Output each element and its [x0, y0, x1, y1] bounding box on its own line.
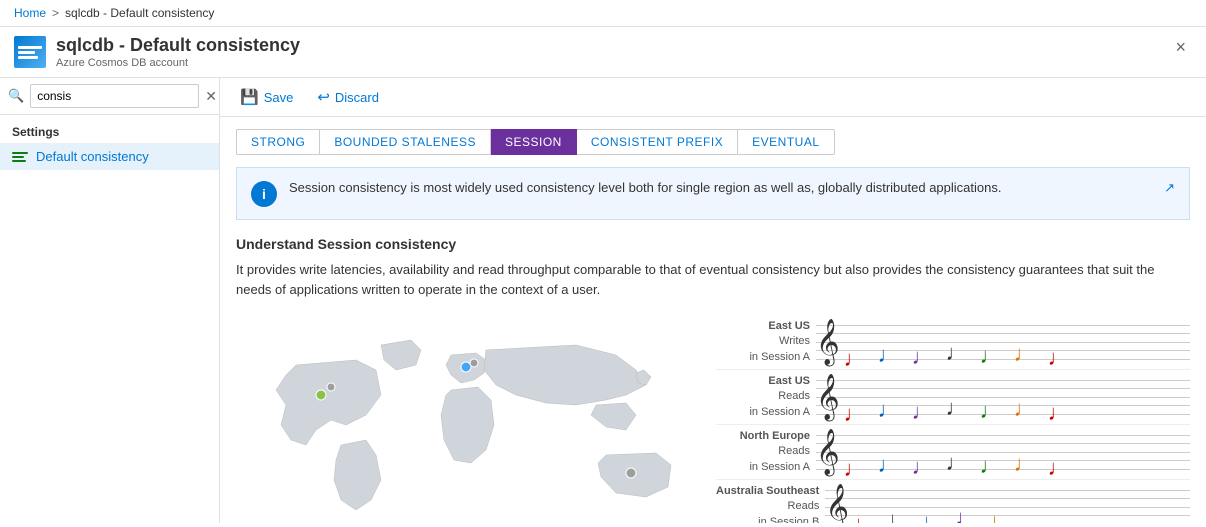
note-1-2: ♩	[912, 401, 934, 423]
notes-2: ♩ ♩ ♩ ♩ ♩ ♩ ♩	[844, 425, 1070, 480]
description-text: It provides write latencies, availabilit…	[236, 260, 1190, 299]
music-diagram: East USWritesin Session A𝄞♩♩♩♩♩♩♩East US…	[220, 315, 1206, 523]
toolbar: 💾 Save ↩ Discard	[220, 78, 1206, 117]
note-2-0: ♩	[844, 458, 866, 480]
music-staff-0: 𝄞♩♩♩♩♩♩♩	[816, 315, 1190, 370]
note-1-1: ♩	[878, 399, 900, 421]
discard-button[interactable]: ↩ Discard	[313, 86, 383, 108]
save-button[interactable]: 💾 Save	[236, 86, 297, 108]
save-label: Save	[264, 90, 294, 105]
breadcrumb-sep: >	[52, 6, 59, 20]
discard-label: Discard	[335, 90, 379, 105]
sidebar: 🔍 ✕ « Settings Default consistency	[0, 78, 220, 523]
header-title-block: sqlcdb - Default consistency Azure Cosmo…	[56, 35, 300, 69]
treble-clef-0: 𝄞	[816, 322, 840, 362]
note-1-4: ♩	[980, 400, 1002, 422]
notes-1: ♩ ♩ ♩ ♩ ♩ ♩ ♩	[844, 370, 1070, 425]
note-0-0: ♩	[844, 348, 866, 370]
header: sqlcdb - Default consistency Azure Cosmo…	[0, 27, 1206, 78]
world-map-svg	[236, 315, 716, 523]
music-row-label-2: North EuropeReadsin Session A	[716, 429, 816, 475]
music-staff-2: 𝄞♩♩♩♩♩♩♩	[816, 425, 1190, 480]
note-0-1: ♩	[878, 344, 900, 366]
note-3-3: ♩	[955, 507, 977, 524]
note-3-0: ♩	[853, 513, 875, 524]
note-2-2: ♩	[912, 456, 934, 478]
sidebar-item-icon	[12, 152, 28, 162]
breadcrumb-home[interactable]: Home	[14, 6, 46, 20]
music-staff-1: 𝄞♩♩♩♩♩♩♩	[816, 370, 1190, 425]
search-clear-icon[interactable]: ✕	[205, 88, 217, 105]
note-1-0: ♩	[844, 403, 866, 425]
search-icon: 🔍	[8, 88, 24, 104]
external-link-icon[interactable]: ↗	[1164, 180, 1175, 196]
note-1-6: ♩	[1048, 402, 1070, 424]
tab-strong[interactable]: STRONG	[236, 129, 320, 155]
treble-clef-2: 𝄞	[816, 432, 840, 472]
note-3-1: ♩	[887, 509, 909, 524]
music-rows: East USWritesin Session A𝄞♩♩♩♩♩♩♩East US…	[716, 315, 1190, 523]
note-3-4: ♩	[989, 510, 1011, 524]
music-row-0: East USWritesin Session A𝄞♩♩♩♩♩♩♩	[716, 315, 1190, 370]
note-2-3: ♩	[946, 452, 968, 474]
discard-icon: ↩	[317, 88, 330, 106]
note-0-3: ♩	[946, 342, 968, 364]
info-text: Session consistency is most widely used …	[289, 180, 1152, 195]
music-staff-3: 𝄞 ♩ ♩ ♩ ♩ ♩	[825, 480, 1190, 524]
breadcrumb-current: sqlcdb - Default consistency	[65, 6, 214, 20]
header-left: sqlcdb - Default consistency Azure Cosmo…	[14, 35, 300, 69]
header-subtitle: Azure Cosmos DB account	[56, 57, 300, 69]
treble-clef-3: 𝄞	[825, 487, 849, 523]
music-row-3: Australia SoutheastReadsin Session B𝄞♩♩♩…	[716, 480, 1190, 523]
content-area: 💾 Save ↩ Discard STRONG BOUNDED STALENES…	[220, 78, 1206, 523]
note-0-2: ♩	[912, 346, 934, 368]
search-bar: 🔍 ✕ «	[0, 78, 219, 115]
breadcrumb: Home > sqlcdb - Default consistency	[0, 0, 1206, 27]
consistency-tabs: STRONG BOUNDED STALENESS SESSION CONSIST…	[220, 117, 1206, 167]
tab-bounded-staleness[interactable]: BOUNDED STALENESS	[320, 129, 491, 155]
music-row-2: North EuropeReadsin Session A𝄞♩♩♩♩♩♩♩	[716, 425, 1190, 480]
note-0-6: ♩	[1048, 347, 1070, 369]
save-icon: 💾	[240, 88, 259, 106]
note-1-5: ♩	[1014, 398, 1036, 420]
main-layout: 🔍 ✕ « Settings Default consistency 💾 Sav…	[0, 78, 1206, 523]
note-0-5: ♩	[1014, 343, 1036, 365]
music-row-label-1: East USReadsin Session A	[716, 374, 816, 420]
note-2-1: ♩	[878, 454, 900, 476]
search-input[interactable]	[30, 84, 199, 108]
tab-consistent-prefix[interactable]: CONSISTENT PREFIX	[577, 129, 738, 155]
close-button[interactable]: ×	[1169, 35, 1192, 60]
sidebar-item-label: Default consistency	[36, 149, 149, 164]
description-title: Understand Session consistency	[236, 236, 1190, 252]
sidebar-section-label: Settings	[0, 115, 219, 143]
world-map	[236, 315, 716, 523]
note-0-4: ♩	[980, 345, 1002, 367]
note-1-3: ♩	[946, 397, 968, 419]
note-2-6: ♩	[1048, 457, 1070, 479]
note-2-4: ♩	[980, 455, 1002, 477]
description-section: Understand Session consistency It provid…	[220, 236, 1206, 315]
notes-0: ♩ ♩ ♩ ♩ ♩ ♩ ♩	[844, 315, 1070, 370]
music-row-1: East USReadsin Session A𝄞♩♩♩♩♩♩♩	[716, 370, 1190, 425]
info-icon: i	[251, 181, 277, 207]
note-3-2: ♩	[921, 511, 943, 524]
notes-3: ♩ ♩ ♩ ♩ ♩	[853, 480, 1011, 524]
note-2-5: ♩	[1014, 453, 1036, 475]
tab-eventual[interactable]: EVENTUAL	[738, 129, 834, 155]
music-row-label-0: East USWritesin Session A	[716, 319, 816, 365]
page-title: sqlcdb - Default consistency	[56, 35, 300, 56]
info-banner: i Session consistency is most widely use…	[236, 167, 1190, 220]
tab-session[interactable]: SESSION	[491, 129, 577, 155]
treble-clef-1: 𝄞	[816, 377, 840, 417]
sidebar-item-default-consistency[interactable]: Default consistency	[0, 143, 219, 170]
cosmos-icon	[14, 36, 46, 68]
music-row-label-3: Australia SoutheastReadsin Session B	[716, 484, 825, 523]
